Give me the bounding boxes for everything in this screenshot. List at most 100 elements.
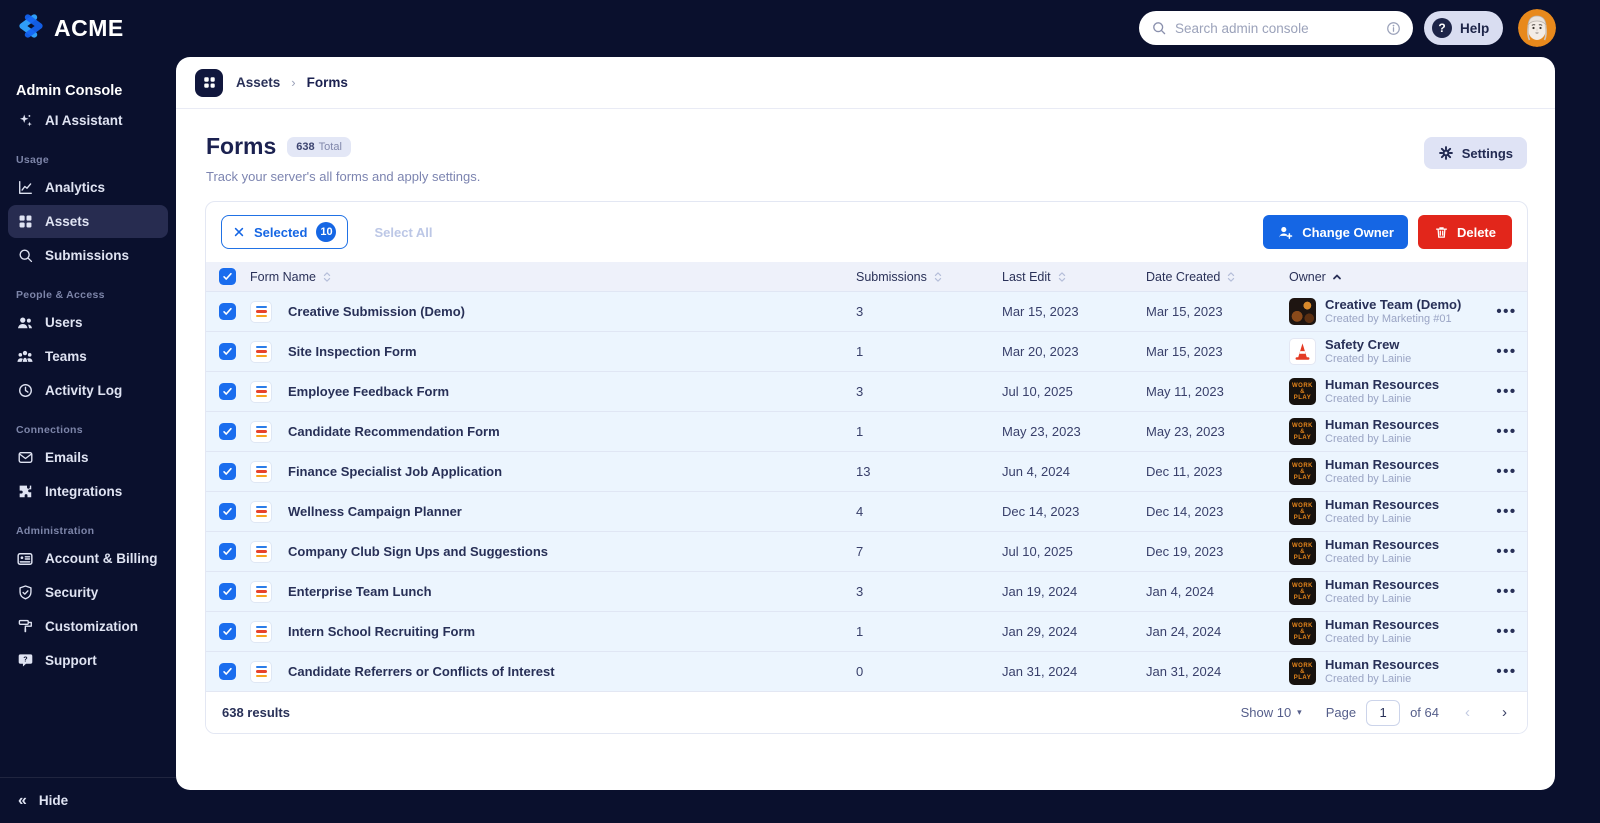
row-checkbox[interactable] bbox=[219, 383, 236, 400]
sidebar-item-customization[interactable]: Customization bbox=[8, 610, 168, 643]
table-row[interactable]: Site Inspection Form 1 Mar 20, 2023 Mar … bbox=[206, 331, 1527, 371]
owner-name: Human Resources bbox=[1325, 536, 1440, 552]
row-checkbox[interactable] bbox=[219, 463, 236, 480]
row-menu-button[interactable]: ••• bbox=[1486, 423, 1527, 440]
brand-logo[interactable]: ACME bbox=[16, 13, 124, 44]
form-name[interactable]: Intern School Recruiting Form bbox=[278, 624, 856, 639]
date-created-value: Mar 15, 2023 bbox=[1146, 344, 1223, 359]
selected-count-badge: 10 bbox=[316, 222, 337, 242]
sidebar-item-security[interactable]: Security bbox=[8, 576, 168, 609]
row-menu-button[interactable]: ••• bbox=[1486, 543, 1527, 560]
delete-button[interactable]: Delete bbox=[1417, 215, 1512, 249]
sidebar-hide-button[interactable]: « Hide bbox=[0, 777, 176, 823]
info-icon[interactable] bbox=[1385, 20, 1402, 37]
last-edit-value: Dec 14, 2023 bbox=[1002, 504, 1080, 519]
help-button[interactable]: ? Help bbox=[1424, 11, 1504, 45]
date-created-value: May 23, 2023 bbox=[1146, 424, 1225, 439]
user-avatar[interactable] bbox=[1518, 9, 1556, 47]
form-name[interactable]: Candidate Recommendation Form bbox=[278, 424, 856, 439]
table-row[interactable]: Enterprise Team Lunch 3 Jan 19, 2024 Jan… bbox=[206, 571, 1527, 611]
owner-cell: WORK & PLAY Human Resources Created by Lai… bbox=[1289, 657, 1486, 687]
date-created-value: Dec 14, 2023 bbox=[1146, 504, 1224, 519]
row-checkbox[interactable] bbox=[219, 663, 236, 680]
column-header-owner[interactable]: Owner bbox=[1289, 270, 1486, 284]
question-icon: ? bbox=[1432, 18, 1452, 38]
row-checkbox[interactable] bbox=[219, 543, 236, 560]
sidebar-item-users[interactable]: Users bbox=[8, 306, 168, 339]
row-menu-button[interactable]: ••• bbox=[1486, 343, 1527, 360]
sidebar-item-analytics[interactable]: Analytics bbox=[8, 171, 168, 204]
row-menu-button[interactable]: ••• bbox=[1486, 663, 1527, 680]
table-row[interactable]: Candidate Referrers or Conflicts of Inte… bbox=[206, 651, 1527, 691]
sort-icon bbox=[1057, 271, 1067, 283]
column-header-last-edit[interactable]: Last Edit bbox=[1002, 270, 1146, 284]
sidebar-item-ai-assistant[interactable]: AI Assistant bbox=[8, 104, 168, 137]
table-row[interactable]: Finance Specialist Job Application 13 Ju… bbox=[206, 451, 1527, 491]
table-footer: 638 results Show 10 ▾ Page of 64 ‹ › bbox=[206, 691, 1527, 733]
prev-page-button[interactable]: ‹ bbox=[1465, 704, 1470, 721]
chevron-down-icon: ▾ bbox=[1297, 707, 1302, 717]
row-menu-button[interactable]: ••• bbox=[1486, 463, 1527, 480]
form-icon bbox=[250, 620, 272, 643]
table-row[interactable]: Intern School Recruiting Form 1 Jan 29, … bbox=[206, 611, 1527, 651]
chart-icon bbox=[16, 179, 34, 197]
row-checkbox[interactable] bbox=[219, 343, 236, 360]
table-row[interactable]: Employee Feedback Form 3 Jul 10, 2025 Ma… bbox=[206, 371, 1527, 411]
selected-filter-button[interactable]: Selected 10 bbox=[221, 215, 349, 249]
sidebar-item-account-billing[interactable]: Account & Billing bbox=[8, 542, 168, 575]
row-checkbox[interactable] bbox=[219, 623, 236, 640]
sidebar-item-assets[interactable]: Assets bbox=[8, 205, 168, 238]
form-name[interactable]: Employee Feedback Form bbox=[278, 384, 856, 399]
row-menu-button[interactable]: ••• bbox=[1486, 623, 1527, 640]
form-name[interactable]: Site Inspection Form bbox=[278, 344, 856, 359]
change-owner-button[interactable]: Change Owner bbox=[1263, 215, 1408, 249]
form-name[interactable]: Candidate Referrers or Conflicts of Inte… bbox=[278, 664, 856, 679]
page-number-input[interactable] bbox=[1366, 699, 1401, 726]
form-name[interactable]: Company Club Sign Ups and Suggestions bbox=[278, 544, 856, 559]
select-all-button[interactable]: Select All bbox=[374, 225, 432, 240]
submissions-value: 0 bbox=[856, 664, 864, 679]
owner-avatar: WORK & PLAY bbox=[1289, 658, 1316, 685]
owner-created-by: Created by Lainie bbox=[1325, 632, 1412, 645]
sidebar-item-label: Assets bbox=[45, 214, 90, 229]
results-count: 638 results bbox=[222, 705, 290, 720]
sidebar-item-teams[interactable]: Teams bbox=[8, 340, 168, 373]
sidebar-item-support[interactable]: ? Support bbox=[8, 644, 168, 677]
table-row[interactable]: Company Club Sign Ups and Suggestions 7 … bbox=[206, 531, 1527, 571]
sidebar-item-activity-log[interactable]: Activity Log bbox=[8, 374, 168, 407]
last-edit-value: Jul 10, 2025 bbox=[1002, 544, 1073, 559]
row-menu-button[interactable]: ••• bbox=[1486, 303, 1527, 320]
column-header-date-created[interactable]: Date Created bbox=[1146, 270, 1289, 284]
column-header-submissions[interactable]: Submissions bbox=[856, 270, 1002, 284]
row-checkbox[interactable] bbox=[219, 423, 236, 440]
settings-button[interactable]: Settings bbox=[1423, 137, 1527, 169]
row-menu-button[interactable]: ••• bbox=[1486, 583, 1527, 600]
form-name[interactable]: Wellness Campaign Planner bbox=[278, 504, 856, 519]
sidebar-item-integrations[interactable]: Integrations bbox=[8, 475, 168, 508]
select-all-checkbox[interactable] bbox=[219, 268, 236, 285]
owner-name: Human Resources bbox=[1325, 416, 1440, 432]
owner-avatar: WORK & PLAY bbox=[1289, 498, 1316, 525]
show-per-page-select[interactable]: Show 10 ▾ bbox=[1241, 705, 1302, 720]
table-row[interactable]: Wellness Campaign Planner 4 Dec 14, 2023… bbox=[206, 491, 1527, 531]
form-name[interactable]: Enterprise Team Lunch bbox=[278, 584, 856, 599]
row-checkbox[interactable] bbox=[219, 583, 236, 600]
column-header-form-name[interactable]: Form Name bbox=[250, 270, 856, 284]
form-name[interactable]: Creative Submission (Demo) bbox=[278, 304, 856, 319]
row-checkbox[interactable] bbox=[219, 303, 236, 320]
last-edit-value: Jul 10, 2025 bbox=[1002, 384, 1073, 399]
owner-cell: WORK & PLAY Human Resources Created by Lai… bbox=[1289, 417, 1486, 447]
breadcrumb-assets[interactable]: Assets bbox=[236, 75, 280, 90]
row-menu-button[interactable]: ••• bbox=[1486, 503, 1527, 520]
brand-name: ACME bbox=[54, 15, 124, 41]
sidebar-item-emails[interactable]: Emails bbox=[8, 441, 168, 474]
search-input[interactable] bbox=[1167, 20, 1385, 36]
row-menu-button[interactable]: ••• bbox=[1486, 383, 1527, 400]
table-row[interactable]: Candidate Recommendation Form 1 May 23, … bbox=[206, 411, 1527, 451]
form-name[interactable]: Finance Specialist Job Application bbox=[278, 464, 856, 479]
next-page-button[interactable]: › bbox=[1502, 704, 1507, 721]
sidebar-item-submissions[interactable]: Submissions bbox=[8, 239, 168, 272]
table-row[interactable]: Creative Submission (Demo) 3 Mar 15, 202… bbox=[206, 291, 1527, 331]
console-label: Admin Console bbox=[16, 83, 123, 99]
row-checkbox[interactable] bbox=[219, 503, 236, 520]
